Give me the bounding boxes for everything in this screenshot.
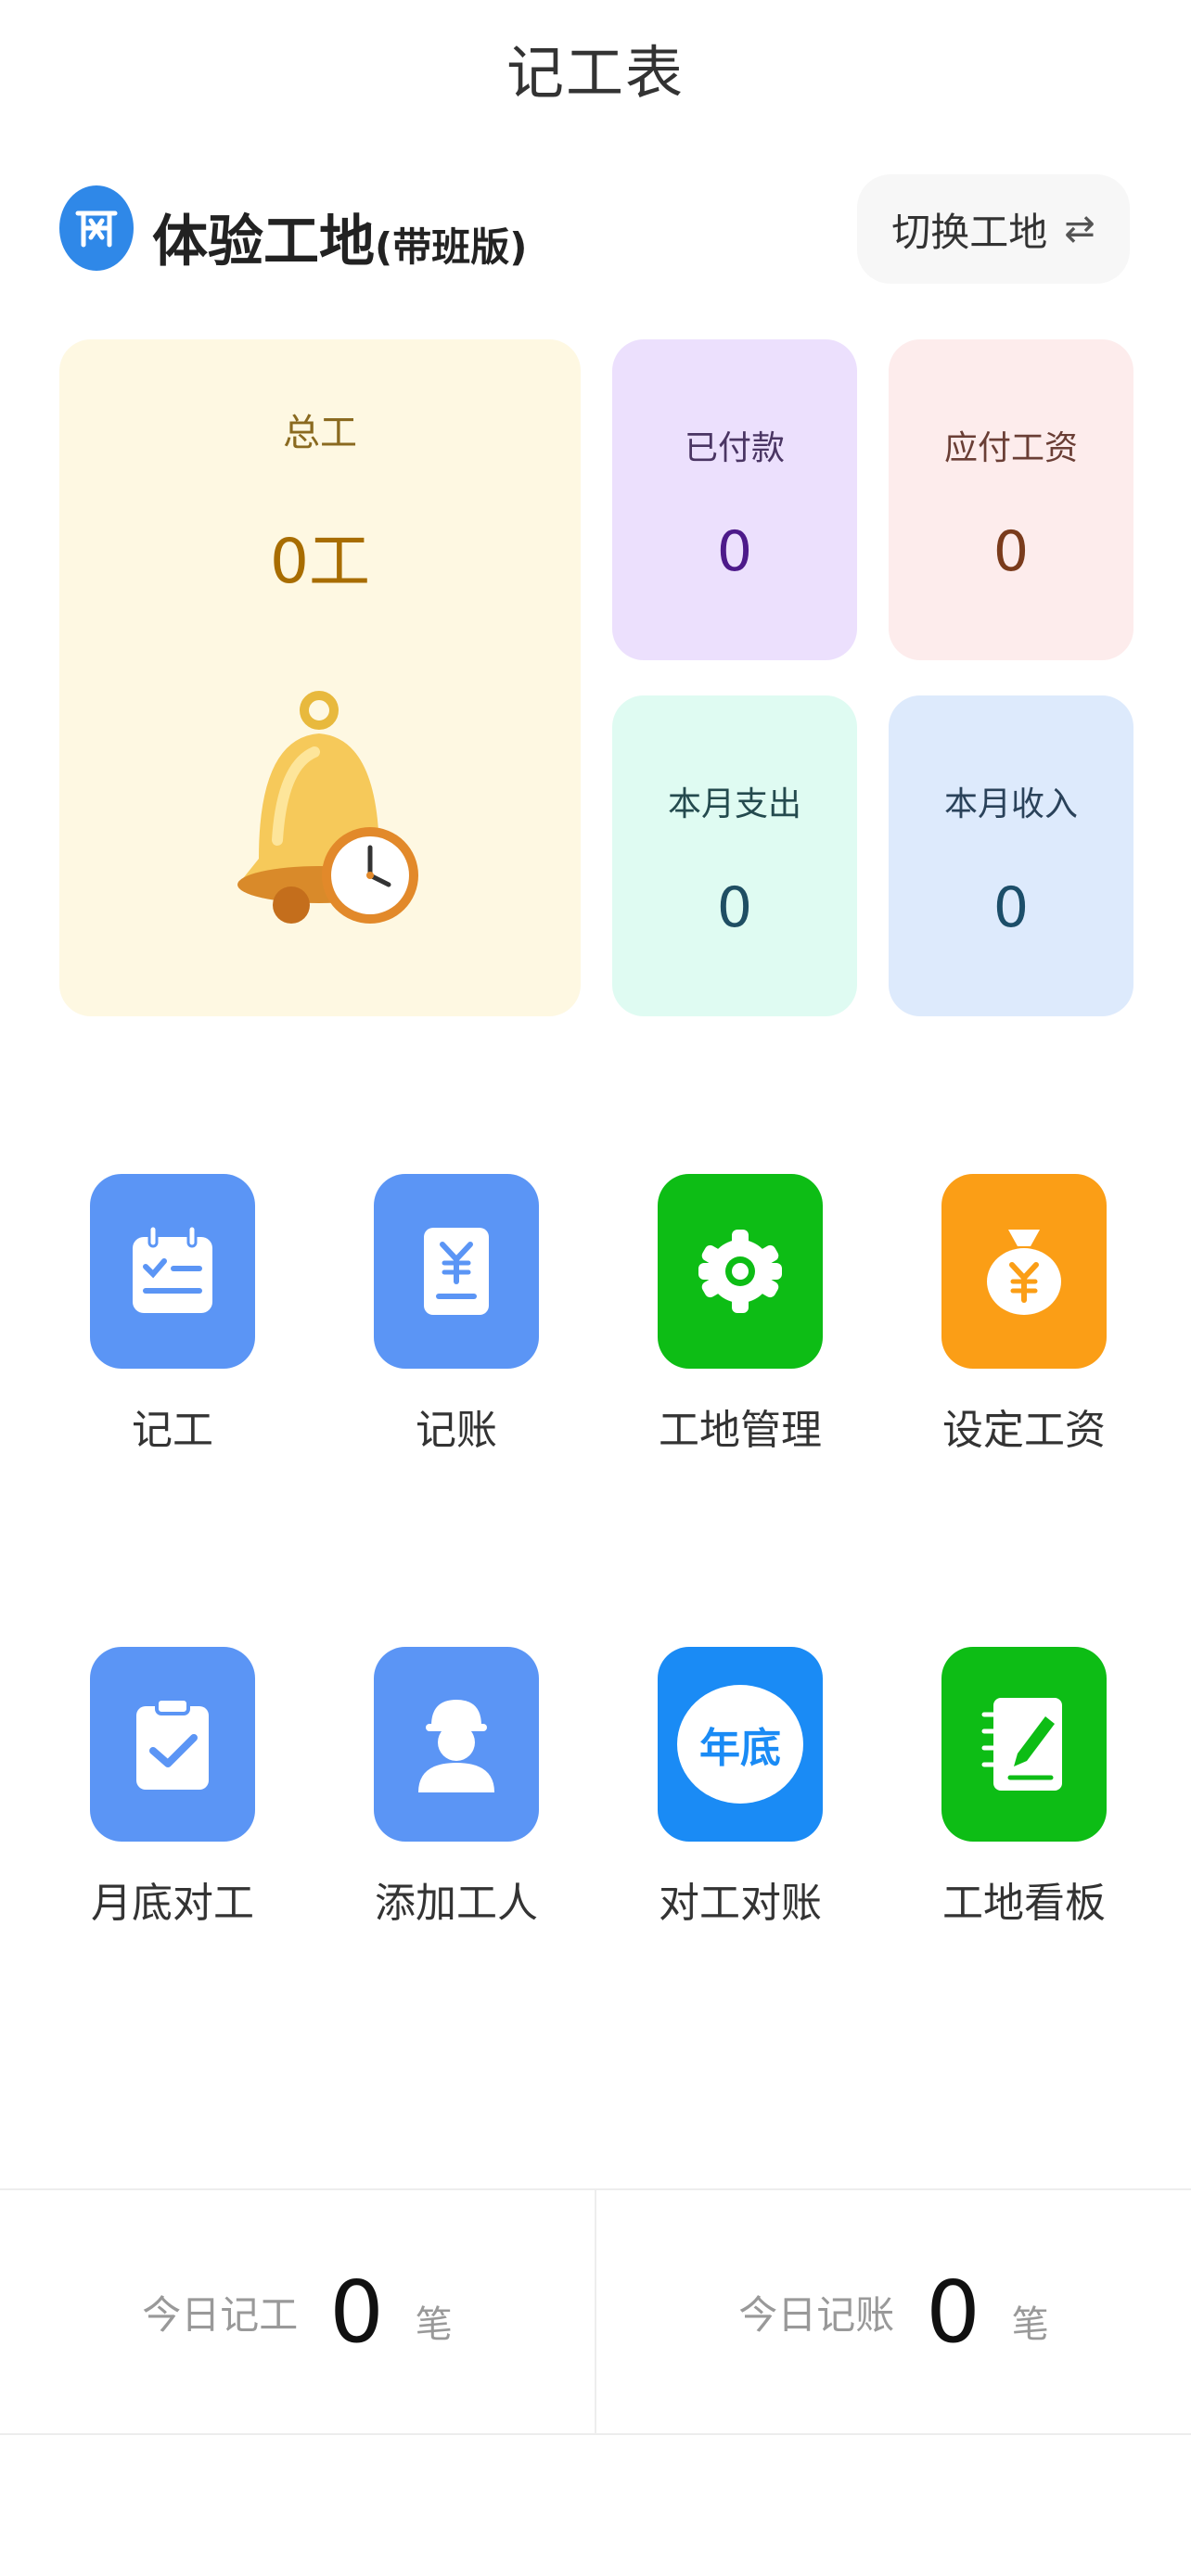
today-account-count: 0 (926, 2262, 980, 2362)
today-account-stat[interactable]: 今日记账 0 笔 (595, 2190, 1191, 2433)
menu-label: 工地管理 (659, 1407, 822, 1454)
menu-bookkeeping[interactable]: 记账 (354, 1174, 558, 1456)
calendar-checklist-icon (90, 1174, 255, 1369)
today-work-count: 0 (329, 2262, 384, 2362)
month-income-label: 本月收入 (943, 785, 1078, 823)
menu-site-management[interactable]: 工地管理 (638, 1174, 842, 1456)
wage-due-value: 0 (992, 519, 1030, 584)
month-income-card[interactable]: 本月收入 0 (889, 695, 1133, 1016)
year-end-bubble-icon: 年底 (658, 1647, 823, 1842)
page-title: 记工表 (506, 39, 685, 107)
month-expense-card[interactable]: 本月支出 0 (612, 695, 857, 1016)
menu-label: 工地看板 (942, 1880, 1106, 1927)
menu-label: 添加工人 (375, 1880, 538, 1927)
paid-card[interactable]: 已付款 0 (612, 339, 857, 660)
menu-add-worker[interactable]: 添加工人 (354, 1647, 558, 1929)
switch-site-button[interactable]: 切换工地 ⇄ (857, 174, 1130, 284)
today-work-stat[interactable]: 今日记工 0 笔 (0, 2190, 595, 2433)
today-stats: 今日记工 0 笔 今日记账 0 笔 (0, 2188, 1191, 2435)
clipboard-check-icon (90, 1647, 255, 1842)
year-end-icon-text: 年底 (699, 1725, 781, 1772)
menu-label: 对工对账 (659, 1880, 822, 1927)
notebook-pen-icon (941, 1647, 1107, 1842)
menu-label: 记工 (132, 1407, 213, 1454)
alarm-bell-icon (237, 691, 418, 924)
today-work-label: 今日记工 (142, 2291, 299, 2338)
menu-site-board[interactable]: 工地看板 (922, 1647, 1126, 1929)
gear-icon (658, 1174, 823, 1369)
switch-site-label: 切换工地 (891, 209, 1048, 255)
month-expense-label: 本月支出 (667, 785, 801, 823)
site-edition: (带班版) (375, 224, 528, 270)
site-name[interactable]: 体验工地(带班版) (152, 197, 527, 277)
menu-record-work[interactable]: 记工 (70, 1174, 275, 1456)
paid-label: 已付款 (684, 429, 785, 467)
wage-due-card[interactable]: 应付工资 0 (889, 339, 1133, 660)
menu-reconcile[interactable]: 年底 对工对账 (638, 1647, 842, 1929)
today-work-unit: 笔 (415, 2303, 453, 2346)
menu-label: 记账 (416, 1407, 497, 1454)
menu-set-wage[interactable]: 设定工资 (922, 1174, 1126, 1456)
total-work-card[interactable]: 总工 0工 (59, 339, 581, 1016)
swap-arrows-icon: ⇄ (1064, 208, 1095, 250)
menu-label: 月底对工 (91, 1880, 254, 1927)
total-work-value: 0工 (270, 526, 370, 597)
yen-receipt-icon (374, 1174, 539, 1369)
today-account-label: 今日记账 (738, 2291, 895, 2338)
site-logo-icon (59, 185, 134, 271)
wage-due-label: 应付工资 (943, 429, 1078, 467)
paid-value: 0 (716, 519, 753, 584)
money-bag-icon (941, 1174, 1107, 1369)
menu-label: 设定工资 (942, 1407, 1106, 1454)
site-name-text: 体验工地 (152, 210, 375, 274)
menu-month-end-check[interactable]: 月底对工 (70, 1647, 275, 1929)
today-account-unit: 笔 (1011, 2303, 1049, 2346)
month-income-value: 0 (992, 875, 1030, 940)
total-work-label: 总工 (283, 412, 357, 454)
worker-icon (374, 1647, 539, 1842)
month-expense-value: 0 (716, 875, 753, 940)
